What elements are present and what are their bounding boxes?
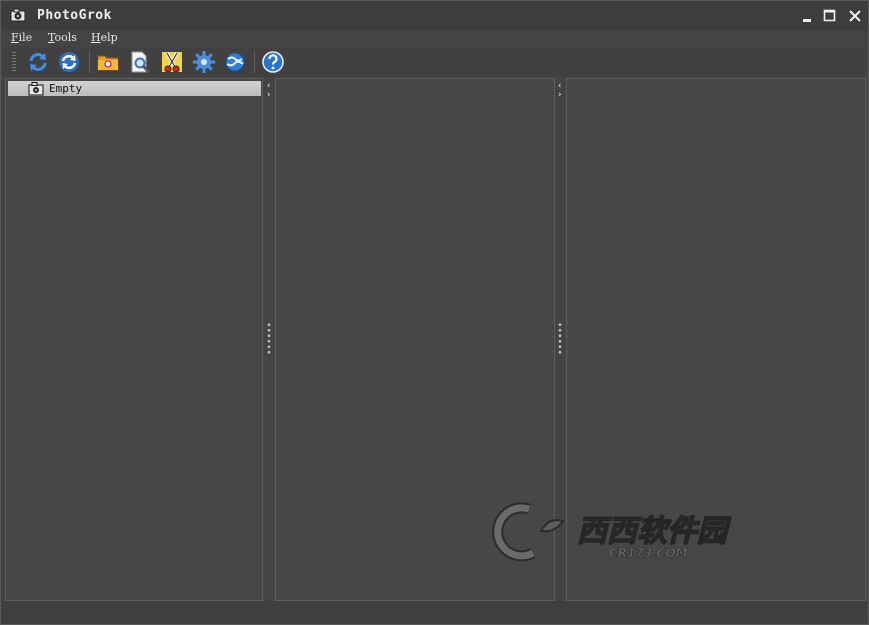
toolbar [3, 47, 865, 77]
app-window: PhotoGrok File Tools Help Empty ‹ › ‹ › … [0, 0, 869, 625]
svg-text:CR173.COM: CR173.COM [609, 546, 688, 560]
tree-item-label: Empty [49, 82, 83, 95]
refresh-all-icon[interactable] [57, 50, 81, 74]
watermark-logo: 西西软件园 CR173.COM [492, 502, 733, 562]
close-icon[interactable] [846, 7, 864, 25]
refresh-icon[interactable] [26, 50, 50, 74]
menu-help[interactable]: Help [91, 31, 118, 44]
menu-bar: File Tools Help [2, 31, 866, 45]
menu-help-mnemonic: H [91, 31, 101, 44]
help-icon[interactable] [261, 50, 285, 74]
minimize-icon[interactable] [799, 7, 817, 25]
settings-gear-icon[interactable] [192, 50, 216, 74]
splitter-grip-icon[interactable] [558, 322, 562, 356]
cut-icon[interactable] [160, 50, 184, 74]
camera-app-icon [10, 8, 26, 22]
status-bar [2, 601, 867, 623]
menu-file-mnemonic: F [11, 31, 19, 44]
menu-tools[interactable]: Tools [48, 31, 77, 44]
menu-help-label: elp [100, 31, 118, 44]
toolbar-grip[interactable] [12, 52, 16, 72]
splitter-left[interactable]: ‹ › [264, 79, 274, 600]
toolbar-separator [254, 51, 255, 73]
camera-icon [28, 82, 44, 96]
open-folder-icon[interactable] [96, 50, 120, 74]
search-icon[interactable] [128, 50, 152, 74]
folder-tree-panel[interactable]: Empty [5, 78, 263, 601]
menu-tools-label: ools [54, 31, 77, 44]
splitter-grip-icon[interactable] [267, 322, 271, 356]
tree-item-empty[interactable]: Empty [8, 81, 261, 96]
expand-right-arrow-icon[interactable]: › [266, 91, 271, 100]
web-globe-icon[interactable] [223, 50, 247, 74]
maximize-icon[interactable] [821, 7, 839, 25]
menu-file-label: ile [18, 31, 33, 44]
window-title: PhotoGrok [37, 8, 112, 23]
title-bar[interactable]: PhotoGrok [1, 1, 868, 31]
toolbar-separator [89, 51, 90, 73]
expand-right-arrow-icon[interactable]: › [557, 91, 562, 100]
menu-file[interactable]: File [11, 31, 32, 44]
svg-text:西西软件园: 西西软件园 [577, 514, 732, 549]
